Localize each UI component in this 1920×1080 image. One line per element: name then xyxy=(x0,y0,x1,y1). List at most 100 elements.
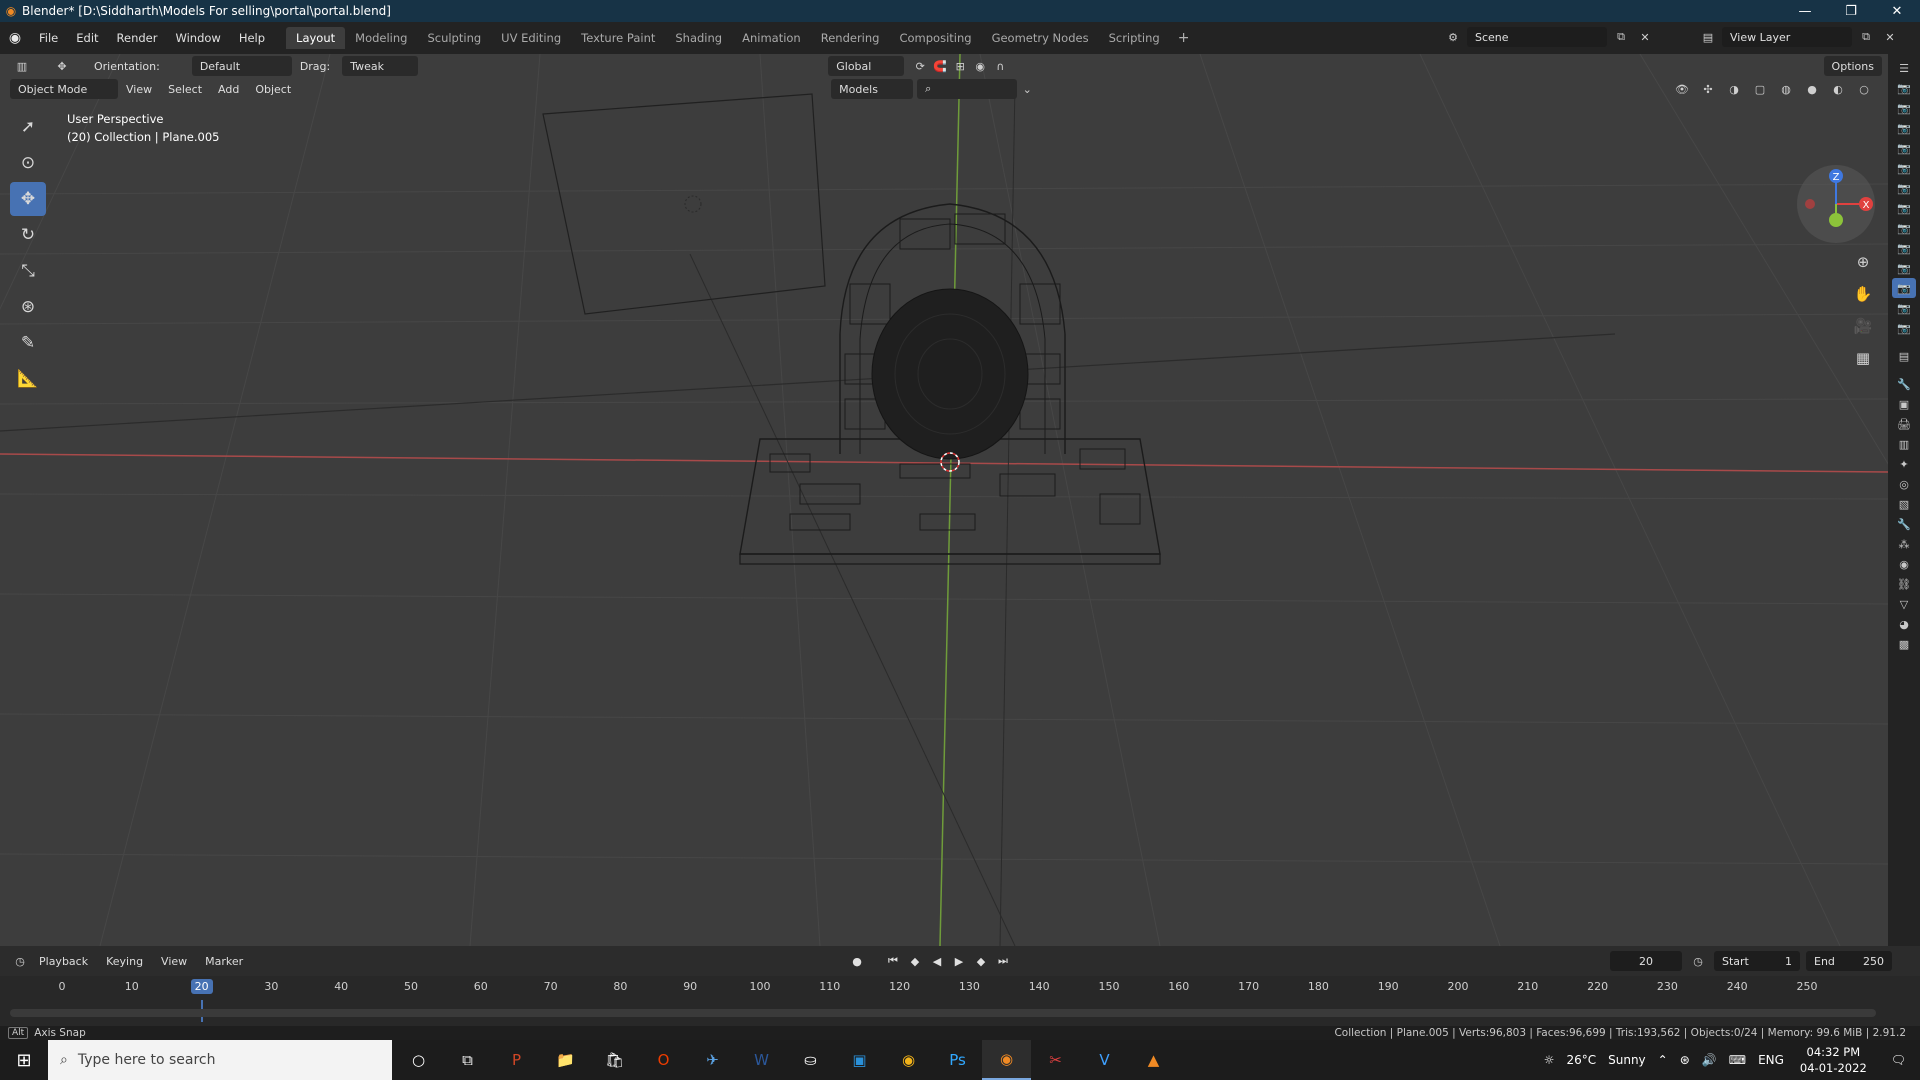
xray-icon[interactable]: ▢ xyxy=(1750,79,1770,99)
object-mode-dropdown[interactable]: Object Mode xyxy=(10,79,118,99)
view-layer-icon[interactable]: ▤ xyxy=(1698,27,1718,47)
annotate-icon[interactable]: ✎ xyxy=(10,326,46,360)
close-icon[interactable]: ✕ xyxy=(1874,0,1920,22)
tab-sculpting[interactable]: Sculpting xyxy=(417,27,491,49)
tab-compositing[interactable]: Compositing xyxy=(889,27,981,49)
output-props-icon[interactable]: 🖨 xyxy=(1892,414,1916,434)
camera-render-icon[interactable]: 📷 xyxy=(1892,318,1916,338)
language-indicator[interactable]: ENG xyxy=(1752,1053,1790,1067)
windows-start-icon[interactable]: ⊞ xyxy=(0,1040,48,1080)
visibility-icon[interactable]: 👁 xyxy=(1672,79,1692,99)
scene-props-icon[interactable]: ✦ xyxy=(1892,454,1916,474)
word-icon[interactable]: W xyxy=(737,1040,786,1080)
texture-props-icon[interactable]: ▩ xyxy=(1892,634,1916,654)
new-scene-icon[interactable]: ⧉ xyxy=(1611,27,1631,47)
powerpoint-icon[interactable]: P xyxy=(492,1040,541,1080)
jump-start-icon[interactable]: ⏮ xyxy=(884,952,902,970)
modifier-props-icon[interactable]: 🔧 xyxy=(1892,514,1916,534)
current-frame-field[interactable]: 20 xyxy=(1610,951,1682,971)
transform-icon[interactable]: ⊛ xyxy=(10,290,46,324)
camera-render-icon[interactable]: 📷 xyxy=(1892,98,1916,118)
menu-file[interactable]: File xyxy=(30,31,67,45)
menu-marker[interactable]: Marker xyxy=(196,955,252,968)
keyboard-icon[interactable]: ⌨ xyxy=(1723,1053,1752,1067)
camera-render-icon[interactable]: 📷 xyxy=(1892,158,1916,178)
move-icon[interactable]: ✥ xyxy=(10,182,46,216)
network-icon[interactable]: ⊛ xyxy=(1674,1053,1696,1067)
tab-uv-editing[interactable]: UV Editing xyxy=(491,27,571,49)
weather-icon[interactable]: ☼ xyxy=(1538,1053,1561,1067)
frame-ruler[interactable]: 0 10 20 30 40 50 60 70 80 90 100 110 120 130 140 150 160… xyxy=(0,976,1920,1000)
object-props-icon[interactable]: ▧ xyxy=(1892,494,1916,514)
menu-timeline-view[interactable]: View xyxy=(152,955,196,968)
delete-scene-icon[interactable]: ✕ xyxy=(1635,27,1655,47)
tab-shading[interactable]: Shading xyxy=(665,27,732,49)
tray-chevron-icon[interactable]: ⌃ xyxy=(1652,1053,1674,1067)
constraints-props-icon[interactable]: ⛓ xyxy=(1892,574,1916,594)
viewport-search-input[interactable]: ⌕ xyxy=(917,79,1018,99)
office-icon[interactable]: O xyxy=(639,1040,688,1080)
timeline-editor-type-icon[interactable]: ◷ xyxy=(10,951,30,971)
camera-view-icon[interactable]: 🎥 xyxy=(1850,314,1876,338)
move-tool-icon[interactable]: ✥ xyxy=(52,56,72,76)
filter-dropdown-icon[interactable]: ⌄ xyxy=(1017,79,1037,99)
falloff-icon[interactable]: ∩ xyxy=(990,56,1010,76)
transform-orientation-dropdown[interactable]: Global xyxy=(828,56,905,76)
solid-shading-icon[interactable]: ● xyxy=(1802,79,1822,99)
scale-icon[interactable]: ⤡ xyxy=(10,254,46,288)
minimize-icon[interactable]: — xyxy=(1782,0,1828,22)
end-frame-field[interactable]: End 250 xyxy=(1806,951,1892,971)
menu-help[interactable]: Help xyxy=(230,31,274,45)
rendered-shading-icon[interactable]: ○ xyxy=(1854,79,1874,99)
volume-icon[interactable]: 🔊 xyxy=(1696,1053,1723,1067)
file-explorer-icon[interactable]: 📁 xyxy=(541,1040,590,1080)
record-icon[interactable]: ● xyxy=(848,952,866,970)
physics-props-icon[interactable]: ◉ xyxy=(1892,554,1916,574)
play-reverse-icon[interactable]: ◀ xyxy=(928,952,946,970)
measure-icon[interactable]: 📐 xyxy=(10,362,46,396)
camera-render-icon[interactable]: 📷 xyxy=(1892,298,1916,318)
particles-props-icon[interactable]: ⁂ xyxy=(1892,534,1916,554)
navigation-gizmo[interactable]: X Z xyxy=(1796,164,1876,244)
pivot-point-icon[interactable]: ⟳ xyxy=(910,56,930,76)
tab-scripting[interactable]: Scripting xyxy=(1099,27,1170,49)
view-layer-field[interactable]: View Layer xyxy=(1722,27,1852,47)
camera-render-icon[interactable]: 📷 xyxy=(1892,198,1916,218)
menu-window[interactable]: Window xyxy=(166,31,229,45)
play-icon[interactable]: ▶ xyxy=(950,952,968,970)
menu-keying[interactable]: Keying xyxy=(97,955,152,968)
notifications-icon[interactable]: 🗨 xyxy=(1877,1053,1920,1067)
drag-dropdown[interactable]: Tweak xyxy=(342,56,419,76)
menu-add[interactable]: Add xyxy=(210,83,247,96)
tab-animation[interactable]: Animation xyxy=(732,27,811,49)
taskbar-search[interactable]: ⌕ Type here to search xyxy=(48,1040,392,1080)
tool-props-icon[interactable]: 🔧 xyxy=(1892,374,1916,394)
camera-render-icon[interactable]: 📷 xyxy=(1892,258,1916,278)
menu-view[interactable]: View xyxy=(118,83,160,96)
tab-geometry-nodes[interactable]: Geometry Nodes xyxy=(982,27,1099,49)
snap-icon[interactable]: 🧲 xyxy=(930,56,950,76)
next-keyframe-icon[interactable]: ◆ xyxy=(972,952,990,970)
menu-select[interactable]: Select xyxy=(160,83,210,96)
blender-taskbar-icon[interactable]: ◉ xyxy=(982,1040,1031,1080)
camera-render-icon[interactable]: 📷 xyxy=(1892,218,1916,238)
world-props-icon[interactable]: ◎ xyxy=(1892,474,1916,494)
chrome-icon[interactable]: ◉ xyxy=(884,1040,933,1080)
vpn-icon[interactable]: V xyxy=(1080,1040,1129,1080)
collection-filter-dropdown[interactable]: Models xyxy=(831,79,914,99)
proportional-edit-icon[interactable]: ◉ xyxy=(970,56,990,76)
gizmo-toggle-icon[interactable]: ✣ xyxy=(1698,79,1718,99)
zoom-icon[interactable]: ⊕ xyxy=(1850,250,1876,274)
camera-render-icon[interactable]: 📷 xyxy=(1892,278,1916,298)
data-props-icon[interactable]: ▽ xyxy=(1892,594,1916,614)
camera-render-icon[interactable]: 📷 xyxy=(1892,238,1916,258)
rotate-icon[interactable]: ↻ xyxy=(10,218,46,252)
prev-keyframe-icon[interactable]: ◆ xyxy=(906,952,924,970)
overlays-icon[interactable]: ◑ xyxy=(1724,79,1744,99)
ortho-grid-icon[interactable]: ▦ xyxy=(1850,346,1876,370)
add-workspace-icon[interactable]: + xyxy=(1170,30,1198,46)
app-icon[interactable]: ▣ xyxy=(835,1040,884,1080)
clock[interactable]: 04:32 PM 04-01-2022 xyxy=(1790,1044,1877,1076)
properties-icon[interactable]: ▤ xyxy=(1892,346,1916,366)
menu-edit[interactable]: Edit xyxy=(67,31,107,45)
